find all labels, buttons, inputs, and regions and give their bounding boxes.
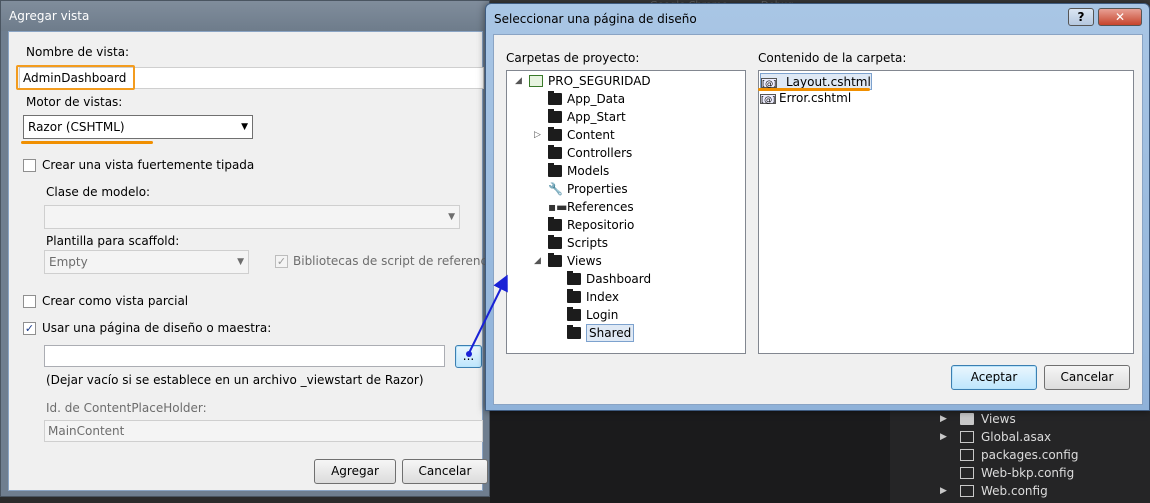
help-button[interactable]: ? bbox=[1068, 8, 1094, 26]
project-icon bbox=[529, 75, 543, 87]
tree-item-label: Properties bbox=[567, 182, 628, 196]
script-libs-label: Bibliotecas de script de referencia bbox=[293, 254, 498, 268]
view-name-highlight bbox=[16, 65, 135, 90]
tree-item-label: Repositorio bbox=[567, 218, 635, 232]
collapse-arrow-icon[interactable]: ◢ bbox=[515, 72, 522, 90]
tree-item-label: References bbox=[567, 200, 634, 214]
browse-layout-button[interactable]: ... bbox=[455, 345, 482, 368]
layout-file-underline-mark bbox=[758, 88, 870, 91]
script-libs-checkbox[interactable]: ✓ bbox=[275, 255, 288, 268]
file-icon bbox=[960, 431, 974, 443]
folder-icon bbox=[548, 91, 562, 105]
scaffold-select[interactable]: Empty ▼ bbox=[44, 250, 249, 274]
strong-typed-checkbox[interactable] bbox=[23, 159, 36, 172]
solution-explorer: ▶ Views ▶ Global.asax packages.config We… bbox=[890, 405, 1150, 503]
tree-item-label: Index bbox=[586, 290, 620, 304]
add-button[interactable]: Agregar bbox=[314, 459, 396, 484]
layout-path-input[interactable] bbox=[44, 345, 445, 367]
strong-typed-label: Crear una vista fuertemente tipada bbox=[42, 158, 255, 172]
tree-item-label: Views bbox=[567, 254, 602, 268]
file-item-label: _Layout.cshtml bbox=[780, 75, 871, 89]
tree-item-label: Scripts bbox=[567, 236, 609, 250]
wrench-icon: 🔧 bbox=[548, 182, 563, 196]
ide-editor-area bbox=[490, 405, 890, 503]
folder-icon bbox=[548, 235, 562, 249]
folder-icon bbox=[548, 127, 562, 141]
use-layout-checkbox[interactable]: ✓ bbox=[23, 322, 36, 335]
folder-icon bbox=[960, 413, 974, 425]
folder-icon bbox=[567, 307, 581, 321]
accept-button[interactable]: Aceptar bbox=[951, 365, 1037, 390]
razor-file-icon: [@] bbox=[760, 93, 776, 104]
dialog-title: Agregar vista bbox=[1, 1, 489, 31]
expand-arrow-icon[interactable]: ▷ bbox=[534, 126, 541, 144]
use-layout-label: Usar una página de diseño o maestra: bbox=[42, 321, 272, 335]
folder-icon bbox=[548, 109, 562, 123]
expand-arrow-icon[interactable]: ▶ bbox=[940, 410, 947, 428]
tree-item-label: App_Data bbox=[567, 92, 626, 106]
partial-view-checkbox[interactable] bbox=[23, 295, 36, 308]
tree-item-label: PRO_SEGURIDAD bbox=[548, 74, 651, 88]
dropdown-arrow-icon: ▼ bbox=[237, 257, 244, 267]
scaffold-label: Plantilla para scaffold: bbox=[46, 234, 180, 248]
tree-item-label: Models bbox=[567, 164, 610, 178]
tree-item-label: Shared bbox=[586, 324, 635, 342]
folder-icon bbox=[548, 253, 562, 267]
engine-select[interactable]: Razor (CSHTML) ▼ bbox=[23, 115, 253, 139]
dropdown-arrow-icon: ▼ bbox=[241, 122, 248, 132]
close-icon: ✕ bbox=[1114, 10, 1126, 24]
razor-file-icon: [@] bbox=[761, 77, 777, 88]
folder-icon bbox=[548, 217, 562, 231]
project-folder-tree[interactable]: ◢ PRO_SEGURIDAD App_Data App_Start ▷ Content C… bbox=[506, 70, 746, 354]
folder-icon bbox=[567, 289, 581, 303]
select-layout-dialog: Seleccionar una página de diseño ? ✕ Car… bbox=[485, 3, 1150, 411]
expand-arrow-icon[interactable]: ▶ bbox=[940, 428, 947, 446]
add-view-dialog: Agregar vista Nombre de vista: AdminDash… bbox=[0, 0, 498, 497]
contents-label: Contenido de la carpeta: bbox=[758, 51, 907, 65]
dialog-body: Carpetas de proyecto: Contenido de la ca… bbox=[493, 34, 1143, 405]
file-item-error-cshtml[interactable]: [@] Error.cshtml bbox=[760, 90, 851, 107]
close-button[interactable]: ✕ bbox=[1098, 8, 1142, 26]
folder-icon bbox=[548, 163, 562, 177]
expand-arrow-icon[interactable]: ▶ bbox=[940, 482, 947, 500]
cancel-button[interactable]: Cancelar bbox=[402, 459, 488, 484]
file-icon bbox=[960, 449, 974, 461]
folder-icon bbox=[567, 271, 581, 285]
placeholder-input[interactable]: MainContent bbox=[44, 420, 483, 442]
layout-hint-text: (Dejar vacío si se establece en un archi… bbox=[46, 373, 424, 387]
tree-item-label: Controllers bbox=[567, 146, 633, 160]
file-icon bbox=[960, 467, 974, 479]
view-name-label: Nombre de vista: bbox=[26, 45, 130, 59]
placeholder-label: Id. de ContentPlaceHolder: bbox=[46, 401, 207, 415]
file-icon bbox=[960, 485, 974, 497]
folder-contents-list[interactable]: [@] _Layout.cshtml [@] Error.cshtml bbox=[758, 70, 1134, 354]
engine-underline-mark bbox=[21, 141, 153, 144]
file-item-label: Error.cshtml bbox=[779, 91, 852, 105]
model-class-select[interactable]: ▼ bbox=[44, 205, 460, 229]
folder-icon bbox=[548, 145, 562, 159]
cancel-button[interactable]: Cancelar bbox=[1044, 365, 1130, 390]
tree-item-label: App_Start bbox=[567, 110, 626, 124]
tree-item-label: Content bbox=[567, 128, 615, 142]
engine-label: Motor de vistas: bbox=[26, 95, 123, 109]
dropdown-arrow-icon: ▼ bbox=[448, 212, 455, 222]
collapse-arrow-icon[interactable]: ◢ bbox=[534, 252, 541, 270]
folders-label: Carpetas de proyecto: bbox=[506, 51, 640, 65]
references-icon: ▪▬ bbox=[548, 200, 568, 214]
dialog-title: Seleccionar una página de diseño bbox=[494, 12, 697, 26]
model-class-label: Clase de modelo: bbox=[46, 185, 151, 199]
dialog-body: Nombre de vista: AdminDashboard Motor de… bbox=[8, 31, 498, 491]
tree-item-label: Login bbox=[586, 308, 619, 322]
folder-icon bbox=[567, 325, 581, 339]
tree-item-label: Dashboard bbox=[586, 272, 652, 286]
partial-view-label: Crear como vista parcial bbox=[42, 294, 189, 308]
